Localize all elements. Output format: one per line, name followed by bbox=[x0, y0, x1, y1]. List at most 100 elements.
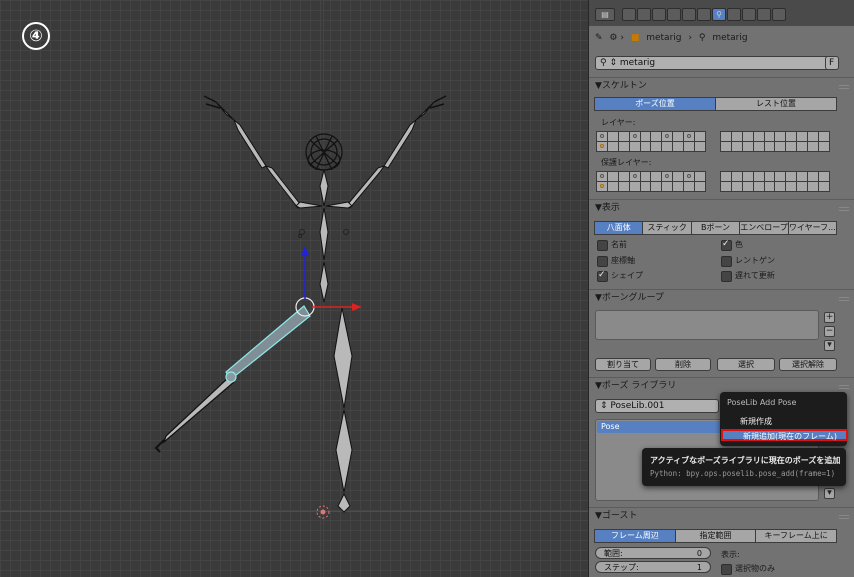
assign-button[interactable]: 割り当て bbox=[595, 358, 651, 371]
layer-grid-3[interactable] bbox=[720, 131, 776, 152]
armature-icon: ⚲ bbox=[698, 33, 706, 43]
bone-constraints-tab-icon[interactable] bbox=[742, 8, 756, 21]
menu-title: PoseLib Add Pose bbox=[727, 398, 797, 407]
section-title: ▼ポーズ ライブラリ bbox=[595, 381, 677, 391]
shin-left-bone bbox=[162, 377, 235, 444]
in-range-button[interactable]: 指定範囲 bbox=[674, 529, 757, 543]
foot-right-bone bbox=[337, 492, 351, 513]
armature-data-tab-icon[interactable]: ⚲ bbox=[712, 8, 726, 21]
bone-tab-icon[interactable] bbox=[727, 8, 741, 21]
pose-position-button[interactable]: ポーズ位置 bbox=[594, 97, 716, 111]
rest-position-button[interactable]: レスト位置 bbox=[715, 97, 837, 111]
pose-library-section-header[interactable]: ▼ポーズ ライブラリ bbox=[589, 377, 854, 393]
pose-library-name: PoseLib.001 bbox=[610, 401, 665, 411]
thigh-right-bone bbox=[333, 307, 353, 409]
tooltip-python: Python: bpy.ops.poselib.pose_add(frame=1… bbox=[650, 469, 836, 478]
pose-list-menu-icon[interactable]: ▾ bbox=[824, 488, 835, 499]
remove-bone-group-icon[interactable]: − bbox=[824, 326, 835, 337]
add-bone-group-icon[interactable]: + bbox=[824, 312, 835, 323]
shoulder-left-bone bbox=[295, 201, 323, 209]
wire-button[interactable]: ワイヤーフ... bbox=[787, 221, 838, 235]
shin-right-bone bbox=[335, 409, 353, 493]
breadcrumb-object: metarig bbox=[646, 33, 682, 43]
deselect-button[interactable]: 選択解除 bbox=[779, 358, 837, 371]
render-layers-tab-icon[interactable] bbox=[637, 8, 651, 21]
layer-grid-2[interactable] bbox=[650, 131, 706, 152]
step-value: 1 bbox=[696, 563, 702, 572]
section-title: ▼表示 bbox=[595, 203, 620, 213]
constraints-tab-icon[interactable] bbox=[697, 8, 711, 21]
bone-groups-section-header[interactable]: ▼ボーングループ bbox=[589, 289, 854, 305]
chest-bone bbox=[319, 207, 329, 261]
texture-tab-icon[interactable] bbox=[757, 8, 771, 21]
breadcrumb: ✎ ⚙ › ■ metarig › ⚲ metarig bbox=[595, 33, 748, 43]
3d-cursor-icon bbox=[316, 505, 330, 519]
new-pose-menu-item[interactable]: 新規作成 bbox=[720, 416, 847, 428]
add-current-frame-menu-item[interactable]: 新規追加(現在のフレーム) bbox=[721, 429, 848, 441]
delay-refresh-checkbox[interactable]: 遅れて更新 bbox=[721, 270, 775, 282]
stick-button[interactable]: スティック bbox=[642, 221, 692, 235]
pose-library-datablock-field[interactable]: ⇕ PoseLib.001 bbox=[595, 399, 719, 413]
armature-icon: ⚲ ⇕ bbox=[600, 58, 620, 68]
tooltip-description: アクティブなポーズライブラリに現在のポーズを追加 bbox=[650, 456, 841, 465]
armature-skeleton[interactable] bbox=[0, 0, 588, 577]
ghost-step-field[interactable]: ステップ: 1 bbox=[595, 561, 711, 573]
on-keyframes-button[interactable]: キーフレーム上に bbox=[755, 529, 838, 543]
world-tab-icon[interactable] bbox=[667, 8, 681, 21]
neck-bone bbox=[319, 169, 329, 207]
layer-grid-1[interactable] bbox=[596, 131, 652, 152]
editor-type-button[interactable]: ▤ bbox=[595, 8, 615, 21]
bone-groups-list[interactable] bbox=[595, 310, 819, 340]
hand-left-bone bbox=[215, 101, 235, 121]
foot-left-bone bbox=[154, 439, 165, 453]
skull-bone bbox=[305, 133, 343, 171]
names-checkbox[interactable]: 名前 bbox=[597, 239, 627, 251]
skeleton-section-header[interactable]: ▼スケルトン bbox=[589, 77, 854, 93]
shoulder-right-bone bbox=[325, 201, 353, 209]
bone-group-menu-icon[interactable]: ▾ bbox=[824, 340, 835, 351]
display-section-header[interactable]: ▼表示 bbox=[589, 199, 854, 215]
armature-name: metarig bbox=[619, 58, 656, 68]
protected-layer-grid-1[interactable] bbox=[596, 171, 652, 192]
select-button[interactable]: 選択 bbox=[717, 358, 775, 371]
pose-rest-toggle: ポーズ位置 レスト位置 bbox=[594, 97, 837, 111]
ghost-mode-selector: フレーム周辺 指定範囲 キーフレーム上に bbox=[594, 529, 838, 543]
3d-viewport[interactable]: ④ bbox=[0, 0, 588, 577]
around-frame-button[interactable]: フレーム周辺 bbox=[594, 529, 676, 543]
scene-icon: ⚙ › bbox=[609, 33, 624, 43]
pin-icon[interactable]: ✎ bbox=[595, 33, 603, 43]
properties-panel: ▤ ⚲ ✎ ⚙ › ■ metarig › ⚲ metarig ⚲ ⇕ meta… bbox=[588, 0, 854, 577]
fake-user-button[interactable]: F bbox=[825, 56, 839, 70]
display-label: 表示: bbox=[721, 550, 740, 559]
section-title: ▼スケルトン bbox=[595, 81, 647, 91]
axes-checkbox[interactable]: 座標軸 bbox=[597, 255, 635, 267]
shapes-checkbox[interactable]: シェイプ bbox=[597, 269, 643, 282]
properties-header: ▤ ⚲ bbox=[589, 0, 854, 26]
protected-layer-grid-4[interactable] bbox=[774, 171, 830, 192]
envelope-button[interactable]: エンベロープ bbox=[739, 221, 789, 235]
bbone-button[interactable]: Bボーン bbox=[690, 221, 741, 235]
poselib-add-pose-menu: PoseLib Add Pose 新規作成 新規追加(現在のフレーム) bbox=[720, 392, 848, 446]
layer-grid-4[interactable] bbox=[774, 131, 830, 152]
tooltip: アクティブなポーズライブラリに現在のポーズを追加 Python: bpy.ops… bbox=[642, 448, 846, 486]
protected-layer-grid-2[interactable] bbox=[650, 171, 706, 192]
colors-checkbox[interactable]: 色 bbox=[721, 238, 743, 251]
range-value: 0 bbox=[696, 549, 702, 558]
object-tab-icon[interactable] bbox=[682, 8, 696, 21]
protected-layers-label: 保護レイヤー: bbox=[601, 158, 652, 167]
remove-button[interactable]: 削除 bbox=[655, 358, 711, 371]
xray-checkbox[interactable]: レントゲン bbox=[721, 255, 775, 267]
ghost-range-field[interactable]: 範囲: 0 bbox=[595, 547, 711, 559]
octahedral-button[interactable]: 八面体 bbox=[594, 221, 644, 235]
selected-only-checkbox[interactable]: 選択物のみ bbox=[721, 563, 775, 575]
upper-arm-left-bone bbox=[264, 165, 301, 209]
object-icon: ■ bbox=[630, 33, 640, 43]
forearm-right-bone bbox=[383, 119, 417, 169]
section-title: ▼ボーングループ bbox=[595, 293, 664, 303]
protected-layer-grid-3[interactable] bbox=[720, 171, 776, 192]
render-tab-icon[interactable] bbox=[622, 8, 636, 21]
armature-datablock-field[interactable]: ⚲ ⇕ metarig bbox=[595, 56, 837, 70]
ghost-section-header[interactable]: ▼ゴースト bbox=[589, 507, 854, 523]
physics-tab-icon[interactable] bbox=[772, 8, 786, 21]
scene-tab-icon[interactable] bbox=[652, 8, 666, 21]
